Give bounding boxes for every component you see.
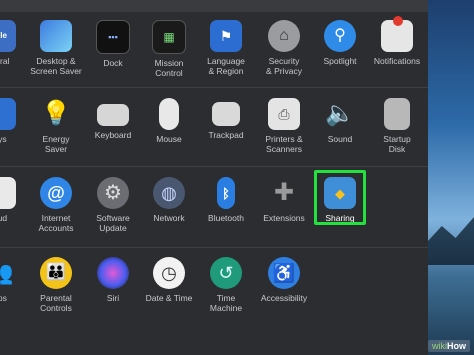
pref-startup-disk[interactable]: Startup Disk bbox=[362, 98, 432, 154]
general-icon: File bbox=[0, 20, 16, 52]
desktop-screensaver-icon bbox=[40, 20, 72, 52]
wikihow-watermark: wikiHow bbox=[428, 340, 470, 352]
dock-icon: ▪▪▪ bbox=[96, 20, 130, 54]
section-divider bbox=[0, 247, 428, 248]
security-privacy-icon: ⌂ bbox=[268, 20, 300, 52]
desktop-wallpaper bbox=[428, 0, 474, 355]
pref-accessibility[interactable]: ♿ Accessibility bbox=[249, 257, 319, 303]
time-machine-icon: ↺ bbox=[210, 257, 242, 289]
spotlight-icon: ⚲ bbox=[324, 20, 356, 52]
siri-icon bbox=[97, 257, 129, 289]
software-update-icon: ⚙ bbox=[97, 177, 129, 209]
energy-saver-icon: 💡 bbox=[41, 100, 71, 127]
mouse-icon bbox=[159, 98, 179, 130]
language-region-icon: ⚑ bbox=[210, 20, 242, 52]
section-divider bbox=[0, 166, 428, 167]
notification-badge bbox=[393, 16, 403, 26]
bluetooth-icon: ᛒ bbox=[217, 177, 235, 209]
printers-scanners-icon: ⎙ bbox=[268, 98, 300, 130]
section-divider bbox=[0, 87, 428, 88]
sound-icon: 🔈 bbox=[325, 100, 355, 127]
trackpad-icon bbox=[212, 102, 240, 126]
date-time-icon: ◷ bbox=[153, 257, 185, 289]
network-icon: ◍ bbox=[153, 177, 185, 209]
displays-icon bbox=[0, 98, 16, 130]
keyboard-icon bbox=[97, 104, 129, 126]
startup-disk-icon bbox=[384, 98, 410, 130]
internet-accounts-icon: @ bbox=[40, 177, 72, 209]
extensions-icon: ✚ bbox=[273, 179, 295, 206]
parental-controls-icon: 👪 bbox=[40, 257, 72, 289]
window-top-edge bbox=[0, 0, 428, 12]
mission-control-icon: ▦ bbox=[152, 20, 186, 54]
sharing-highlight-box bbox=[314, 170, 366, 225]
pref-notifications[interactable]: Notifications bbox=[362, 16, 432, 66]
notifications-icon bbox=[381, 16, 413, 52]
users-groups-icon: 👥 bbox=[0, 257, 16, 289]
accessibility-icon: ♿ bbox=[268, 257, 300, 289]
icloud-icon bbox=[0, 177, 16, 209]
